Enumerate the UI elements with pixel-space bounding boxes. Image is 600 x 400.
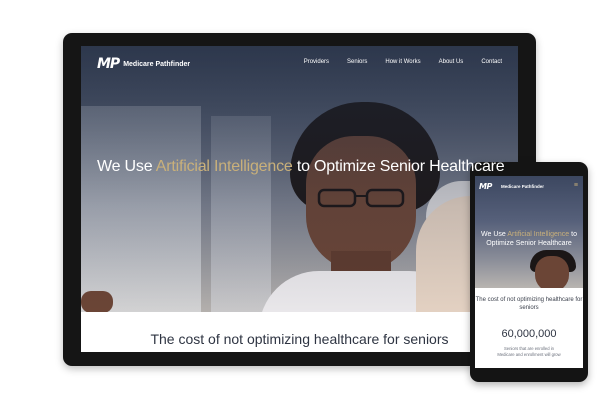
hero-photo-nurse-hair (290, 102, 440, 212)
hero-photo-hand (81, 291, 113, 312)
hamburger-menu-icon[interactable]: ≡ (574, 182, 578, 189)
tablet-screen: MP Medicare Pathfinder Providers Seniors… (81, 46, 518, 352)
hero-photo-nurse-coat (259, 271, 469, 312)
section-title: The cost of not optimizing healthcare fo… (150, 331, 449, 347)
tablet-device: MP Medicare Pathfinder Providers Seniors… (63, 33, 536, 366)
nav-item-contact[interactable]: Contact (481, 59, 502, 65)
mobile-stat-description: Seniors that are enrolled in Medicare an… (475, 346, 583, 358)
phone-device: MP Medicare Pathfinder ≡ We Use Artifici… (470, 162, 588, 382)
hero-section: MP Medicare Pathfinder Providers Seniors… (81, 46, 518, 312)
mobile-hero-section: MP Medicare Pathfinder ≡ We Use Artifici… (475, 176, 583, 288)
hero-background-window (81, 106, 201, 312)
mobile-brand-name: Medicare Pathfinder (501, 184, 545, 189)
site-logo[interactable]: MP Medicare Pathfinder (97, 56, 190, 72)
mobile-logo-mark[interactable]: MP (479, 182, 492, 191)
hero-background-window (211, 116, 271, 312)
mobile-navigation: MP Medicare Pathfinder ≡ (475, 176, 583, 198)
nav-item-how-it-works[interactable]: How it Works (385, 59, 420, 65)
hero-photo-nurse-face (306, 136, 416, 271)
mobile-hero-title: We Use Artificial Intelligence to Optimi… (475, 230, 583, 248)
hero-title-accent: Artificial Intelligence (155, 158, 293, 175)
mobile-cost-title: The cost of not optimizing healthcare fo… (475, 297, 583, 311)
top-navigation: MP Medicare Pathfinder Providers Seniors… (81, 46, 518, 80)
brand-name: Medicare Pathfinder (123, 60, 191, 68)
mobile-hero-photo-face (535, 256, 569, 288)
nav-item-seniors[interactable]: Seniors (347, 59, 367, 65)
mobile-stat-desc-line: Medicare and enrollment will grow (497, 352, 561, 357)
hero-title-pre: We Use (97, 158, 156, 175)
cost-section: The cost of not optimizing healthcare fo… (81, 312, 518, 352)
nav-item-providers[interactable]: Providers (304, 59, 329, 65)
logo-mark: MP (97, 56, 120, 72)
mobile-stat-number: 60,000,000 (501, 328, 557, 340)
mobile-hero-title-accent: Artificial Intelligence (507, 231, 570, 238)
hero-photo-glasses (317, 188, 405, 208)
hero-photo-nurse-neck (331, 251, 391, 291)
hero-title-post: to Optimize Senior Healthcare (292, 158, 505, 175)
mobile-hero-title-pre: We Use (481, 231, 508, 238)
nav-links: Providers Seniors How it Works About Us … (286, 59, 502, 65)
hero-title: We Use Artificial Intelligence to Optimi… (97, 158, 505, 176)
phone-screen: MP Medicare Pathfinder ≡ We Use Artifici… (475, 176, 583, 368)
nav-item-about-us[interactable]: About Us (439, 59, 464, 65)
